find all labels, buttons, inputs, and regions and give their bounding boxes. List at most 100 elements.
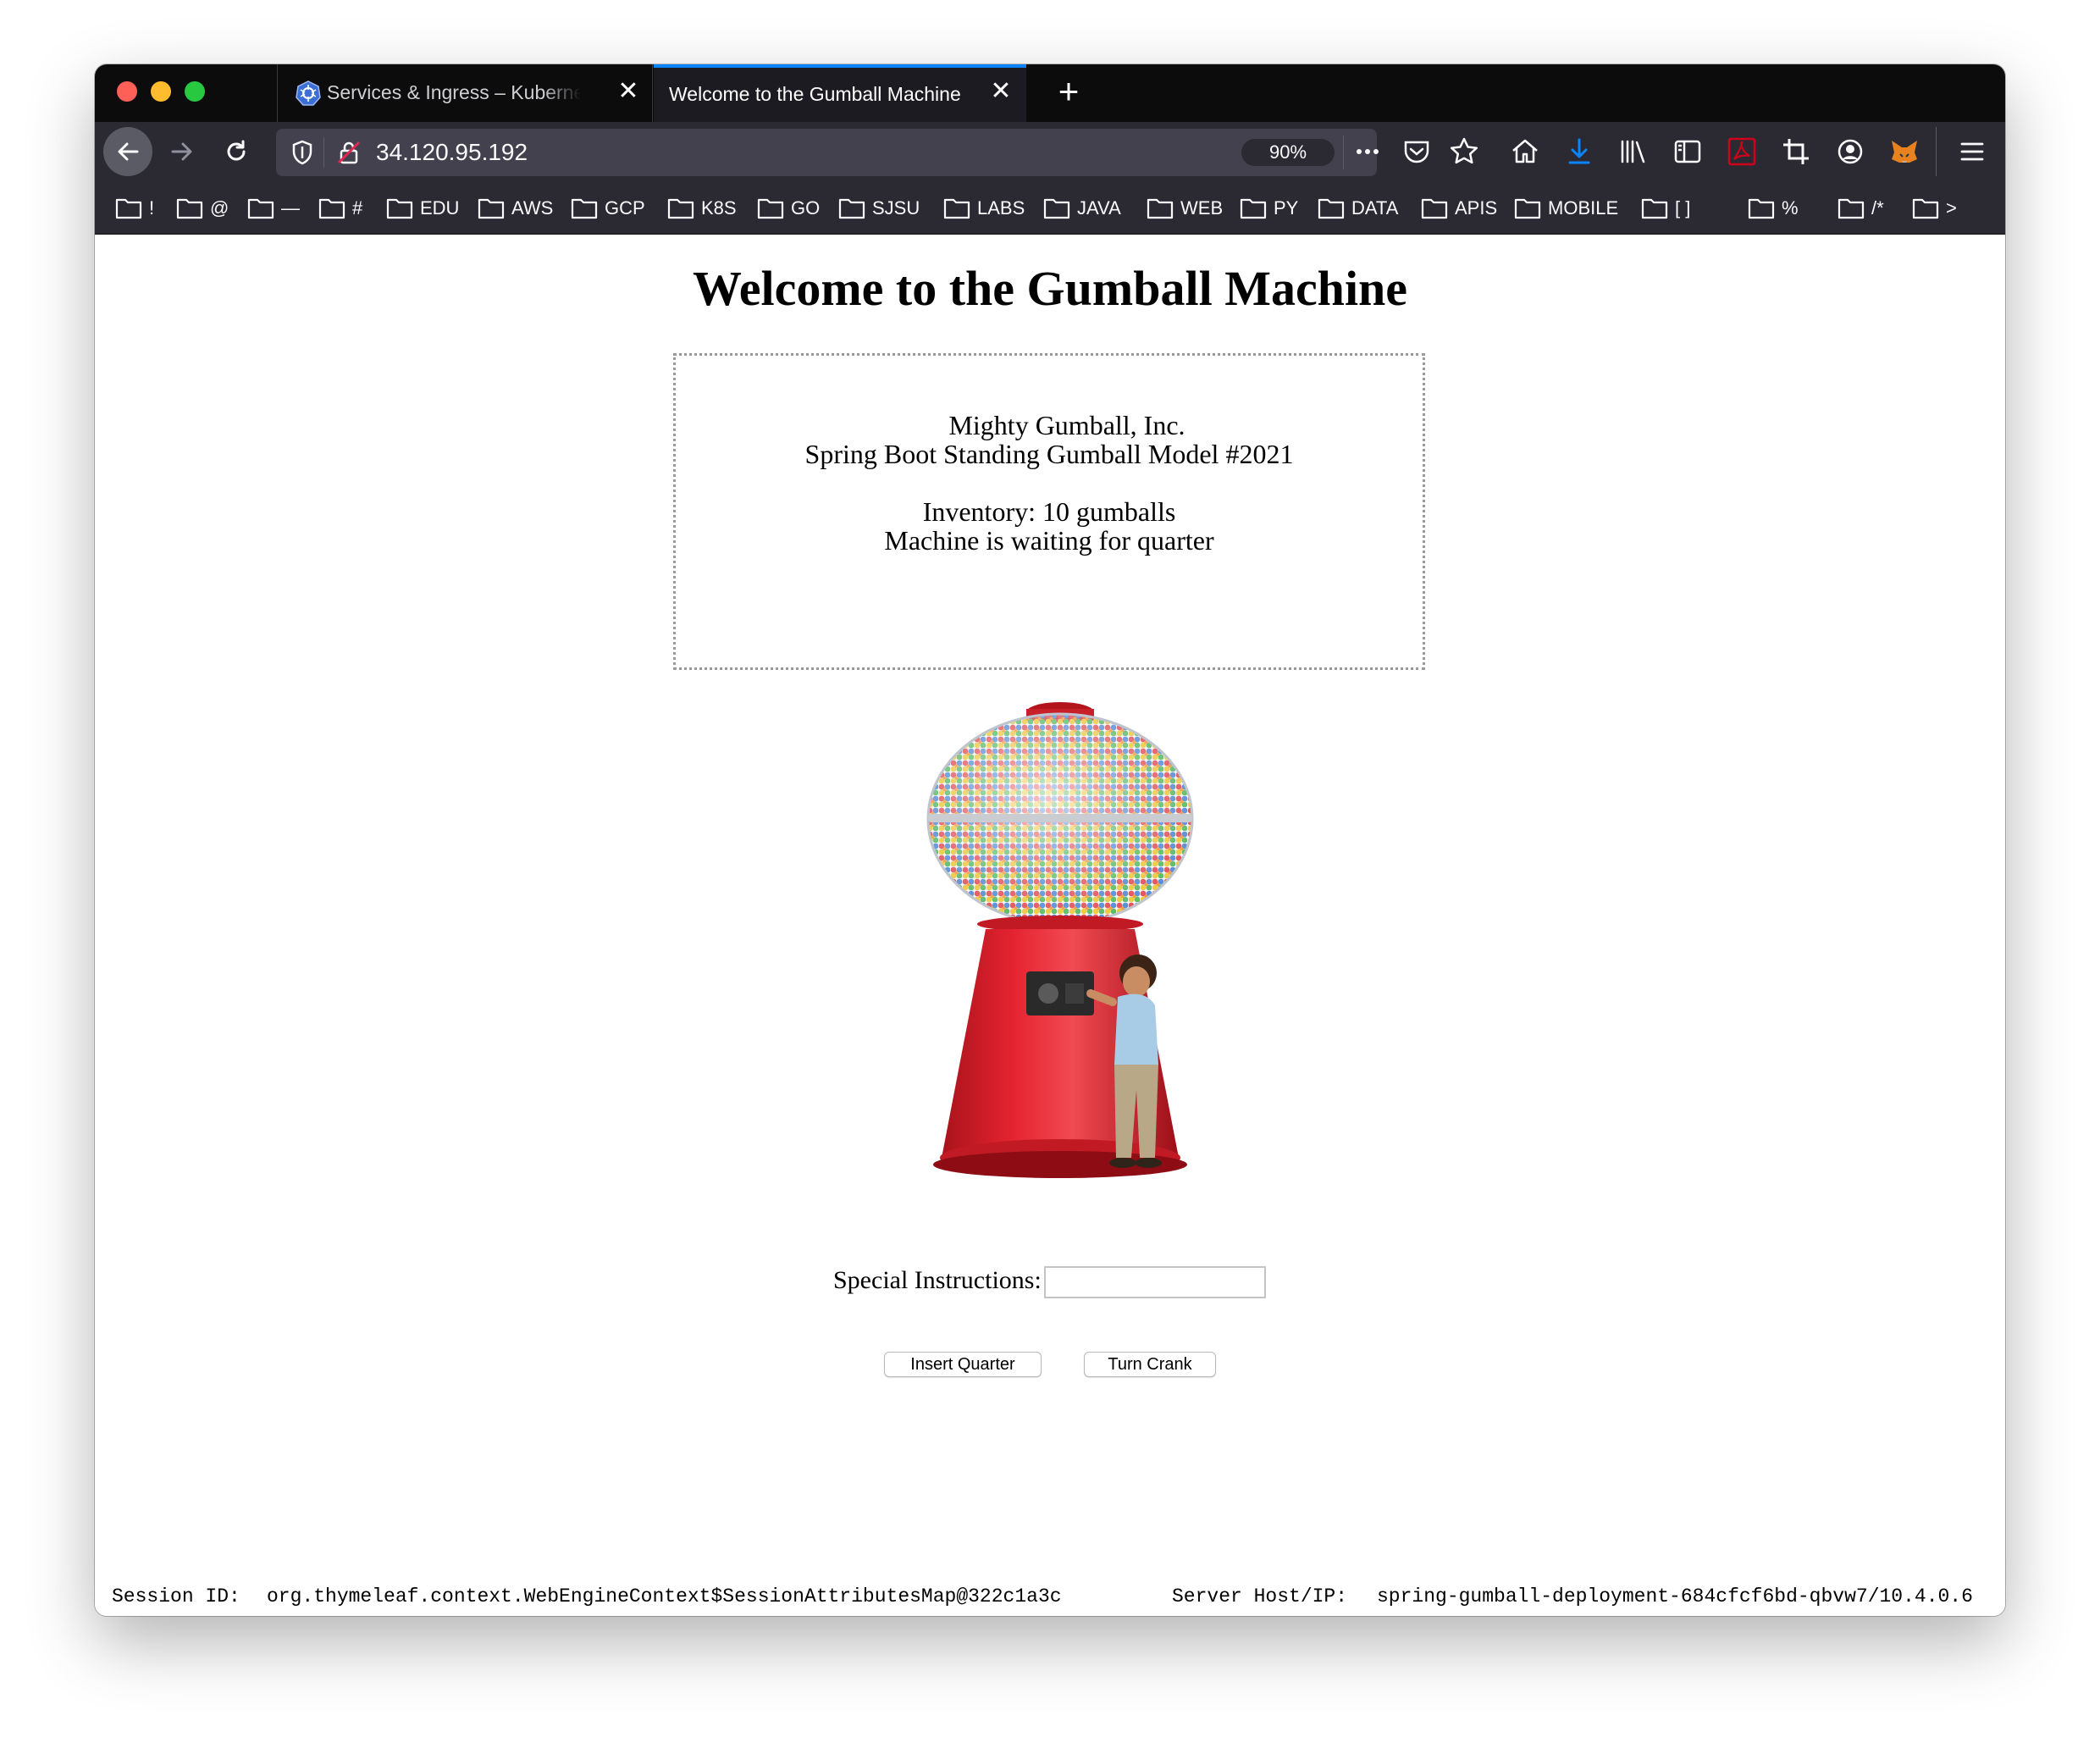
account-button[interactable] xyxy=(1832,134,1868,169)
back-button[interactable] xyxy=(103,127,152,176)
metamask-extension-button[interactable] xyxy=(1887,134,1922,169)
server-host-value: spring-gumball-deployment-684cfcf6bd-qbv… xyxy=(1377,1585,1973,1607)
navigation-toolbar: 34.120.95.192 90% xyxy=(95,122,2005,181)
session-id-value: org.thymeleaf.context.WebEngineContext$S… xyxy=(267,1585,1062,1607)
tab-title: Welcome to the Gumball Machine xyxy=(669,83,961,105)
arrow-right-icon xyxy=(171,142,192,161)
bookmark-label: /* xyxy=(1871,197,1884,219)
sidebar-icon xyxy=(1674,140,1701,163)
folder-icon xyxy=(838,198,865,219)
pdf-extension-button[interactable] xyxy=(1724,134,1760,169)
bookmark-label: # xyxy=(352,197,363,219)
close-window-button[interactable] xyxy=(117,81,137,102)
sidebar-toggle-button[interactable] xyxy=(1670,134,1705,169)
model-name: Spring Boot Standing Gumball Model #2021 xyxy=(804,439,1294,469)
tab-kubernetes[interactable]: Services & Ingress – Kubernetes Engine ✕ xyxy=(277,64,653,122)
bookmark-label: > xyxy=(1946,197,1957,219)
bookmark-label: K8S xyxy=(701,197,737,219)
bookmark-label: SJSU xyxy=(872,197,920,219)
folder-icon xyxy=(318,198,345,219)
reload-icon xyxy=(227,140,246,161)
tab-strip: Services & Ingress – Kubernetes Engine ✕… xyxy=(95,64,2005,122)
insecure-lock-icon[interactable] xyxy=(335,139,362,166)
bookmark-label: EDU xyxy=(420,197,460,219)
bookmark-label: LABS xyxy=(977,197,1025,219)
tab-close-icon[interactable]: ✕ xyxy=(987,78,1014,105)
more-dots-icon xyxy=(1357,149,1379,154)
new-tab-button[interactable]: + xyxy=(1048,73,1089,113)
home-button[interactable] xyxy=(1507,134,1543,169)
bookmark-label: GO xyxy=(791,197,821,219)
library-button[interactable] xyxy=(1616,134,1651,169)
folder-icon xyxy=(386,198,413,219)
folder-icon xyxy=(1838,198,1865,219)
star-icon xyxy=(1450,137,1478,164)
turn-crank-button[interactable]: Turn Crank xyxy=(1084,1352,1216,1377)
folder-icon xyxy=(1514,198,1541,219)
bookmarks-toolbar: ! @ — # EDU AWS GCP K8S GO SJSU LABS JAVA WEB PY DATA A… xyxy=(95,181,2005,235)
folder-icon xyxy=(115,198,142,219)
gumball-machine-image xyxy=(926,702,1194,1178)
pocket-button[interactable] xyxy=(1399,134,1434,169)
folder-icon xyxy=(1147,198,1174,219)
address-bar[interactable]: 34.120.95.192 90% xyxy=(276,129,1377,176)
arrow-left-icon xyxy=(118,142,139,161)
folder-icon xyxy=(571,198,598,219)
bookmark-label: PY xyxy=(1274,197,1299,219)
tab-close-icon[interactable]: ✕ xyxy=(615,78,642,105)
folder-icon xyxy=(1912,198,1939,219)
bookmark-label: [ ] xyxy=(1675,197,1691,219)
menu-button[interactable] xyxy=(1954,134,1990,169)
shield-icon[interactable] xyxy=(290,139,315,166)
screenshot-button[interactable] xyxy=(1778,134,1814,169)
bookmark-label: WEB xyxy=(1180,197,1224,219)
folder-icon xyxy=(1421,198,1448,219)
pocket-icon xyxy=(1404,141,1429,163)
folder-icon xyxy=(667,198,694,219)
zoom-level-button[interactable]: 90% xyxy=(1241,139,1335,166)
kubernetes-icon xyxy=(296,80,321,106)
divider xyxy=(323,137,324,168)
page-actions-button[interactable] xyxy=(1350,134,1385,169)
url-text[interactable]: 34.120.95.192 xyxy=(376,139,528,166)
folder-icon xyxy=(1318,198,1345,219)
home-icon xyxy=(1512,139,1538,163)
session-id-label: Session ID: xyxy=(112,1585,240,1607)
fox-icon xyxy=(1892,141,1917,163)
company-name: Mighty Gumball, Inc. xyxy=(948,410,1185,440)
bookmark-label: — xyxy=(281,197,300,219)
server-host-label: Server Host/IP: xyxy=(1172,1585,1348,1607)
account-icon xyxy=(1838,139,1863,164)
minimize-window-button[interactable] xyxy=(151,81,171,102)
special-instructions-label: Special Instructions: xyxy=(833,1266,1042,1294)
folder-icon xyxy=(1641,198,1668,219)
bookmark-label: @ xyxy=(210,197,229,219)
bookmark-star-button[interactable] xyxy=(1446,134,1482,169)
folder-icon xyxy=(1240,198,1267,219)
hamburger-menu-icon xyxy=(1960,142,1984,161)
bookmark-label: ! xyxy=(149,197,155,219)
page-content: Welcome to the Gumball Machine Mighty Gu… xyxy=(95,235,2005,1616)
reload-button[interactable] xyxy=(212,127,261,176)
bookmark-label: APIS xyxy=(1455,197,1498,219)
bookmark-label: DATA xyxy=(1351,197,1399,219)
bookmark-label: MOBILE xyxy=(1548,197,1619,219)
divider xyxy=(1936,127,1937,176)
bookmark-label: AWS xyxy=(511,197,554,219)
insert-quarter-button[interactable]: Insert Quarter xyxy=(884,1352,1042,1377)
divider xyxy=(1343,136,1344,169)
tab-title: Services & Ingress – Kubernetes Engine xyxy=(327,81,581,103)
machine-status-box: Mighty Gumball, Inc. Spring Boot Standin… xyxy=(673,353,1425,670)
bookmark-label: JAVA xyxy=(1077,197,1121,219)
folder-icon xyxy=(943,198,970,219)
bookmark-label: GCP xyxy=(605,197,645,219)
folder-icon xyxy=(1043,198,1070,219)
tab-gumball[interactable]: Welcome to the Gumball Machine ✕ xyxy=(654,64,1026,122)
page-title: Welcome to the Gumball Machine xyxy=(692,261,1408,316)
downloads-button[interactable] xyxy=(1561,134,1597,169)
forward-button[interactable] xyxy=(158,127,207,176)
special-instructions-input[interactable] xyxy=(1044,1266,1266,1298)
zoom-window-button[interactable] xyxy=(185,81,205,102)
crop-icon xyxy=(1783,139,1809,164)
bookmark-label: % xyxy=(1782,197,1799,219)
